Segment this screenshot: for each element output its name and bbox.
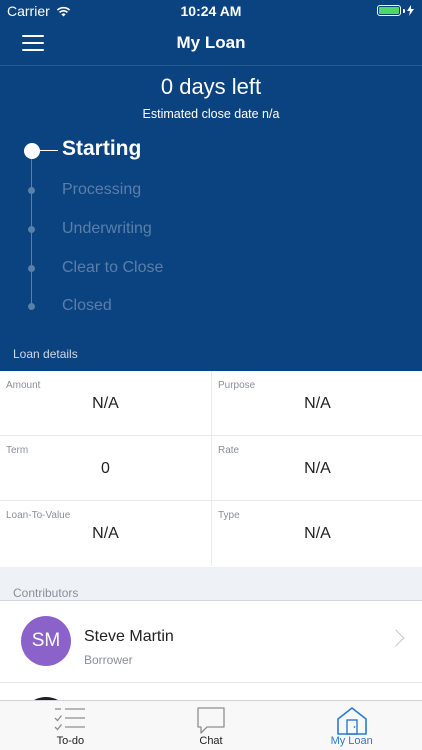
clock: 10:24 AM bbox=[180, 3, 242, 19]
loan-details-heading: Loan details bbox=[13, 347, 78, 361]
detail-amount: Amount N/A bbox=[0, 371, 211, 436]
tab-todo[interactable]: To-do bbox=[0, 701, 141, 750]
chat-bubble-icon bbox=[197, 707, 225, 734]
detail-label: Term bbox=[6, 445, 29, 456]
tab-bar: To-do Chat My Loan bbox=[0, 700, 422, 750]
step-dot bbox=[28, 187, 35, 194]
contributor-role: Borrower bbox=[84, 653, 133, 667]
detail-purpose: Purpose N/A bbox=[211, 371, 422, 436]
detail-label: Type bbox=[218, 510, 240, 521]
step-label: Closed bbox=[62, 297, 112, 314]
days-left: 0 days left bbox=[160, 74, 262, 99]
tab-label: Chat bbox=[199, 735, 223, 747]
step-clear-to-close: Clear to Close bbox=[0, 257, 300, 281]
contributor-row[interactable]: SM Steve Martin Borrower bbox=[0, 601, 422, 683]
detail-loan-to-value: Loan-To-Value N/A bbox=[0, 501, 211, 566]
contributor-name: Steve Martin bbox=[84, 628, 174, 645]
step-dot bbox=[28, 303, 35, 310]
detail-value: N/A bbox=[304, 395, 331, 412]
house-icon bbox=[336, 707, 367, 735]
detail-value: 0 bbox=[101, 460, 110, 477]
step-dot bbox=[28, 226, 35, 233]
step-dot bbox=[24, 143, 40, 159]
step-label: Clear to Close bbox=[62, 259, 164, 276]
detail-value: N/A bbox=[92, 525, 119, 542]
chevron-right-icon bbox=[387, 629, 405, 647]
avatar: SM bbox=[21, 616, 71, 666]
tab-my-loan[interactable]: My Loan bbox=[281, 701, 422, 750]
detail-type: Type N/A bbox=[211, 501, 422, 566]
detail-value: N/A bbox=[92, 395, 119, 412]
detail-label: Purpose bbox=[218, 380, 256, 391]
todo-list-icon bbox=[54, 708, 86, 731]
tab-label: To-do bbox=[56, 735, 85, 747]
contributors-header: Contributors bbox=[0, 567, 422, 601]
loan-details-grid: Amount N/A Purpose N/A Term 0 Rate N/A L… bbox=[0, 371, 422, 567]
detail-value: N/A bbox=[304, 460, 331, 477]
tab-chat[interactable]: Chat bbox=[141, 701, 282, 750]
detail-term: Term 0 bbox=[0, 436, 211, 501]
step-underwriting: Underwriting bbox=[0, 218, 300, 242]
detail-label: Rate bbox=[218, 445, 240, 456]
charging-bolt-icon bbox=[407, 5, 414, 16]
detail-label: Loan-To-Value bbox=[6, 510, 71, 521]
step-label: Underwriting bbox=[62, 220, 152, 237]
step-starting: Starting bbox=[0, 137, 300, 163]
battery-icon bbox=[377, 5, 414, 16]
page-title: My Loan bbox=[176, 33, 246, 52]
nav-bar: My Loan bbox=[0, 22, 422, 66]
step-dot bbox=[28, 265, 35, 272]
estimated-close-date: Estimated close date n/a bbox=[142, 107, 280, 121]
step-connector bbox=[40, 150, 58, 151]
detail-value: N/A bbox=[304, 525, 331, 542]
step-processing: Processing bbox=[0, 179, 300, 203]
step-label: Processing bbox=[62, 181, 142, 198]
tab-label: My Loan bbox=[330, 735, 373, 747]
step-closed: Closed bbox=[0, 295, 300, 319]
detail-label: Amount bbox=[6, 380, 41, 391]
contributors-heading: Contributors bbox=[13, 586, 79, 600]
step-label: Starting bbox=[62, 137, 142, 160]
loan-header-panel: Carrier 10:24 AM My Loan 0 days left Est… bbox=[0, 0, 422, 371]
status-bar: Carrier 10:24 AM bbox=[0, 0, 422, 22]
detail-rate: Rate N/A bbox=[211, 436, 422, 501]
